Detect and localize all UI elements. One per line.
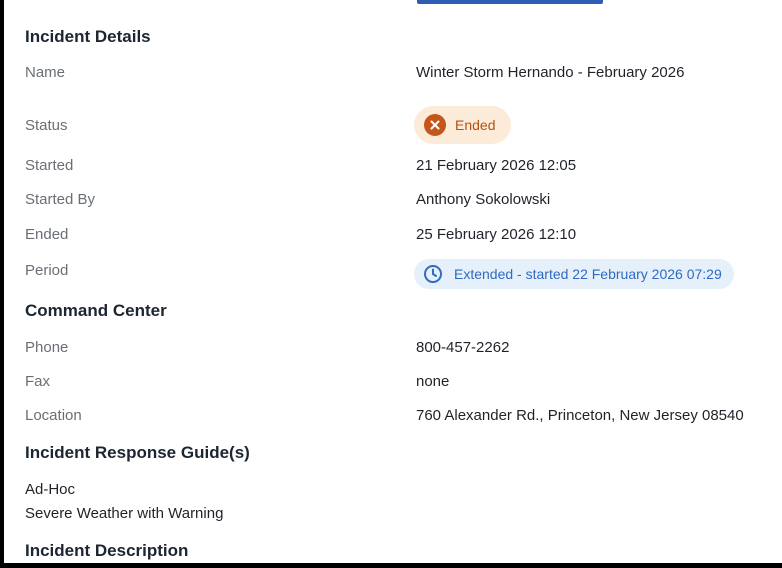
value-started: 21 February 2026 12:05 [416,157,577,174]
label-ended: Ended [25,226,69,243]
response-guide-item[interactable]: Severe Weather with Warning [25,505,223,522]
label-started: Started [25,157,74,174]
label-fax: Fax [25,373,51,390]
value-location: 760 Alexander Rd., Princeton, New Jersey… [416,407,744,424]
label-location: Location [25,407,82,424]
label-name: Name [25,64,66,81]
value-name: Winter Storm Hernando - February 2026 [416,64,685,81]
section-title-response-guides: Incident Response Guide(s) [25,443,250,462]
label-status: Status [25,117,68,134]
status-badge-label: Ended [455,117,496,133]
clock-icon [422,263,444,285]
label-started-by: Started By [25,191,96,208]
value-phone: 800-457-2262 [416,339,510,356]
close-circle-icon [424,114,446,136]
label-phone: Phone [25,339,69,356]
value-ended: 25 February 2026 12:10 [416,226,577,243]
value-fax: none [416,373,450,390]
section-title-incident-description: Incident Description [25,541,189,560]
status-badge: Ended [414,106,512,144]
period-badge: Extended - started 22 February 2026 07:2… [414,259,734,289]
section-title-command-center: Command Center [25,301,167,320]
label-period: Period [25,262,69,279]
value-started-by: Anthony Sokolowski [416,191,551,208]
top-accent-bar [417,0,603,4]
period-badge-label: Extended - started 22 February 2026 07:2… [454,266,722,282]
section-title-incident-details: Incident Details [25,27,151,46]
incident-details-panel: Incident Details Name Winter Storm Herna… [4,0,782,563]
response-guide-item[interactable]: Ad-Hoc [25,481,75,498]
